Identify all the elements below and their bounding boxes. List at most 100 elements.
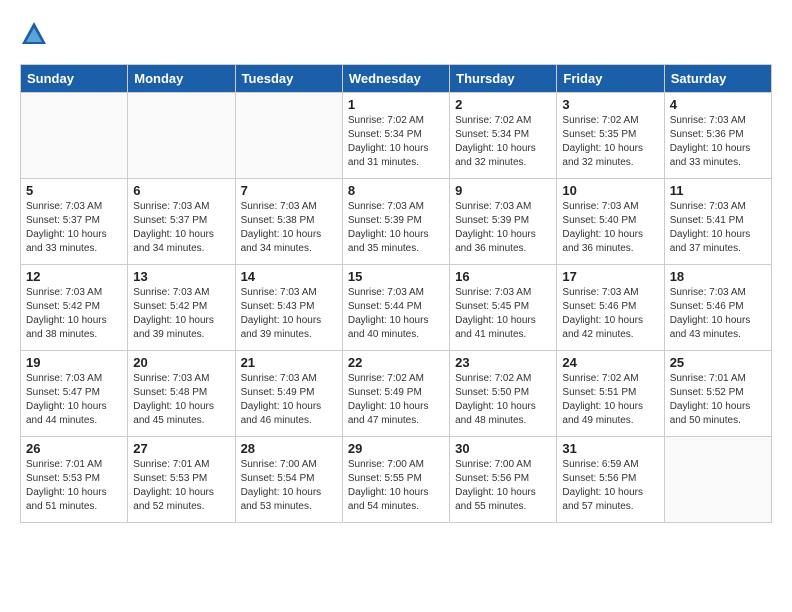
- day-cell: 13 Sunrise: 7:03 AM Sunset: 5:42 PM Dayli…: [128, 265, 235, 351]
- day-info: Sunrise: 7:03 AM Sunset: 5:47 PM Dayligh…: [26, 372, 122, 428]
- day-cell: [128, 93, 235, 179]
- day-number: 7: [241, 183, 337, 198]
- day-cell: 30 Sunrise: 7:00 AM Sunset: 5:56 PM Dayli…: [450, 437, 557, 523]
- day-header-wednesday: Wednesday: [342, 65, 449, 93]
- day-header-sunday: Sunday: [21, 65, 128, 93]
- day-cell: 6Sunrise: 7:03 AM Sunset: 5:37 PM Daylig…: [128, 179, 235, 265]
- day-cell: 9 Sunrise: 7:03 AM Sunset: 5:39 PM Daylig…: [450, 179, 557, 265]
- day-cell: 4 Sunrise: 7:03 AM Sunset: 5:36 PM Daylig…: [664, 93, 771, 179]
- day-info: Sunrise: 7:01 AM Sunset: 5:52 PM Dayligh…: [670, 372, 766, 428]
- day-cell: 27Sunrise: 7:01 AM Sunset: 5:53 PM Dayli…: [128, 437, 235, 523]
- day-info: Sunrise: 7:03 AM Sunset: 5:37 PM Dayligh…: [26, 200, 122, 256]
- week-row-2: 5 Sunrise: 7:03 AM Sunset: 5:37 PM Daylig…: [21, 179, 772, 265]
- day-info: Sunrise: 7:00 AM Sunset: 5:55 PM Dayligh…: [348, 458, 444, 514]
- day-number: 25: [670, 355, 766, 370]
- day-info: Sunrise: 7:02 AM Sunset: 5:34 PM Dayligh…: [348, 114, 444, 170]
- day-cell: 17Sunrise: 7:03 AM Sunset: 5:46 PM Dayli…: [557, 265, 664, 351]
- day-number: 23: [455, 355, 551, 370]
- day-cell: 24 Sunrise: 7:02 AM Sunset: 5:51 PM Dayli…: [557, 351, 664, 437]
- week-row-3: 12 Sunrise: 7:03 AM Sunset: 5:42 PM Dayli…: [21, 265, 772, 351]
- day-number: 16: [455, 269, 551, 284]
- day-cell: 19 Sunrise: 7:03 AM Sunset: 5:47 PM Dayli…: [21, 351, 128, 437]
- day-cell: 22 Sunrise: 7:02 AM Sunset: 5:49 PM Dayli…: [342, 351, 449, 437]
- day-info: Sunrise: 7:03 AM Sunset: 5:42 PM Dayligh…: [133, 286, 229, 342]
- day-info: Sunrise: 7:03 AM Sunset: 5:46 PM Dayligh…: [562, 286, 658, 342]
- week-row-1: 1Sunrise: 7:02 AM Sunset: 5:34 PM Daylig…: [21, 93, 772, 179]
- calendar: SundayMondayTuesdayWednesdayThursdayFrid…: [20, 64, 772, 523]
- day-number: 31: [562, 441, 658, 456]
- day-number: 5: [26, 183, 122, 198]
- day-info: Sunrise: 7:03 AM Sunset: 5:38 PM Dayligh…: [241, 200, 337, 256]
- day-info: Sunrise: 7:03 AM Sunset: 5:48 PM Dayligh…: [133, 372, 229, 428]
- day-header-saturday: Saturday: [664, 65, 771, 93]
- day-header-tuesday: Tuesday: [235, 65, 342, 93]
- day-cell: 29 Sunrise: 7:00 AM Sunset: 5:55 PM Dayli…: [342, 437, 449, 523]
- day-info: Sunrise: 7:02 AM Sunset: 5:50 PM Dayligh…: [455, 372, 551, 428]
- day-number: 12: [26, 269, 122, 284]
- logo-icon: [20, 20, 48, 48]
- day-cell: 1Sunrise: 7:02 AM Sunset: 5:34 PM Daylig…: [342, 93, 449, 179]
- page-header: [20, 20, 772, 48]
- day-cell: 18Sunrise: 7:03 AM Sunset: 5:46 PM Dayli…: [664, 265, 771, 351]
- day-cell: 21 Sunrise: 7:03 AM Sunset: 5:49 PM Dayli…: [235, 351, 342, 437]
- day-number: 19: [26, 355, 122, 370]
- day-info: Sunrise: 7:03 AM Sunset: 5:37 PM Dayligh…: [133, 200, 229, 256]
- day-number: 3: [562, 97, 658, 112]
- day-cell: 15Sunrise: 7:03 AM Sunset: 5:44 PM Dayli…: [342, 265, 449, 351]
- day-info: Sunrise: 7:03 AM Sunset: 5:41 PM Dayligh…: [670, 200, 766, 256]
- day-number: 27: [133, 441, 229, 456]
- day-cell: 16 Sunrise: 7:03 AM Sunset: 5:45 PM Dayli…: [450, 265, 557, 351]
- day-number: 29: [348, 441, 444, 456]
- day-cell: 3 Sunrise: 7:02 AM Sunset: 5:35 PM Daylig…: [557, 93, 664, 179]
- day-number: 13: [133, 269, 229, 284]
- day-cell: 14Sunrise: 7:03 AM Sunset: 5:43 PM Dayli…: [235, 265, 342, 351]
- day-info: Sunrise: 7:03 AM Sunset: 5:43 PM Dayligh…: [241, 286, 337, 342]
- day-info: Sunrise: 7:03 AM Sunset: 5:36 PM Dayligh…: [670, 114, 766, 170]
- day-number: 24: [562, 355, 658, 370]
- day-info: Sunrise: 7:00 AM Sunset: 5:56 PM Dayligh…: [455, 458, 551, 514]
- day-number: 4: [670, 97, 766, 112]
- day-cell: 28 Sunrise: 7:00 AM Sunset: 5:54 PM Dayli…: [235, 437, 342, 523]
- day-cell: 11 Sunrise: 7:03 AM Sunset: 5:41 PM Dayli…: [664, 179, 771, 265]
- day-info: Sunrise: 6:59 AM Sunset: 5:56 PM Dayligh…: [562, 458, 658, 514]
- day-cell: [235, 93, 342, 179]
- day-info: Sunrise: 7:03 AM Sunset: 5:39 PM Dayligh…: [455, 200, 551, 256]
- day-info: Sunrise: 7:02 AM Sunset: 5:34 PM Dayligh…: [455, 114, 551, 170]
- day-number: 9: [455, 183, 551, 198]
- day-info: Sunrise: 7:03 AM Sunset: 5:39 PM Dayligh…: [348, 200, 444, 256]
- day-info: Sunrise: 7:02 AM Sunset: 5:49 PM Dayligh…: [348, 372, 444, 428]
- day-info: Sunrise: 7:03 AM Sunset: 5:44 PM Dayligh…: [348, 286, 444, 342]
- day-number: 11: [670, 183, 766, 198]
- day-cell: [664, 437, 771, 523]
- day-number: 22: [348, 355, 444, 370]
- day-cell: 25 Sunrise: 7:01 AM Sunset: 5:52 PM Dayli…: [664, 351, 771, 437]
- day-cell: 7 Sunrise: 7:03 AM Sunset: 5:38 PM Daylig…: [235, 179, 342, 265]
- day-cell: 26Sunrise: 7:01 AM Sunset: 5:53 PM Dayli…: [21, 437, 128, 523]
- day-header-monday: Monday: [128, 65, 235, 93]
- day-cell: 12Sunrise: 7:03 AM Sunset: 5:42 PM Dayli…: [21, 265, 128, 351]
- day-info: Sunrise: 7:03 AM Sunset: 5:40 PM Dayligh…: [562, 200, 658, 256]
- day-cell: 23 Sunrise: 7:02 AM Sunset: 5:50 PM Dayli…: [450, 351, 557, 437]
- day-info: Sunrise: 7:02 AM Sunset: 5:35 PM Dayligh…: [562, 114, 658, 170]
- day-number: 2: [455, 97, 551, 112]
- day-number: 8: [348, 183, 444, 198]
- day-header-friday: Friday: [557, 65, 664, 93]
- week-row-5: 26Sunrise: 7:01 AM Sunset: 5:53 PM Dayli…: [21, 437, 772, 523]
- day-number: 30: [455, 441, 551, 456]
- calendar-header-row: SundayMondayTuesdayWednesdayThursdayFrid…: [21, 65, 772, 93]
- day-number: 28: [241, 441, 337, 456]
- day-number: 20: [133, 355, 229, 370]
- day-cell: 10 Sunrise: 7:03 AM Sunset: 5:40 PM Dayli…: [557, 179, 664, 265]
- day-number: 21: [241, 355, 337, 370]
- day-info: Sunrise: 7:00 AM Sunset: 5:54 PM Dayligh…: [241, 458, 337, 514]
- day-info: Sunrise: 7:01 AM Sunset: 5:53 PM Dayligh…: [26, 458, 122, 514]
- day-cell: 2 Sunrise: 7:02 AM Sunset: 5:34 PM Daylig…: [450, 93, 557, 179]
- day-info: Sunrise: 7:03 AM Sunset: 5:45 PM Dayligh…: [455, 286, 551, 342]
- day-number: 18: [670, 269, 766, 284]
- day-info: Sunrise: 7:02 AM Sunset: 5:51 PM Dayligh…: [562, 372, 658, 428]
- day-cell: 5 Sunrise: 7:03 AM Sunset: 5:37 PM Daylig…: [21, 179, 128, 265]
- day-info: Sunrise: 7:03 AM Sunset: 5:49 PM Dayligh…: [241, 372, 337, 428]
- day-cell: 31 Sunrise: 6:59 AM Sunset: 5:56 PM Dayli…: [557, 437, 664, 523]
- day-cell: 8 Sunrise: 7:03 AM Sunset: 5:39 PM Daylig…: [342, 179, 449, 265]
- day-number: 10: [562, 183, 658, 198]
